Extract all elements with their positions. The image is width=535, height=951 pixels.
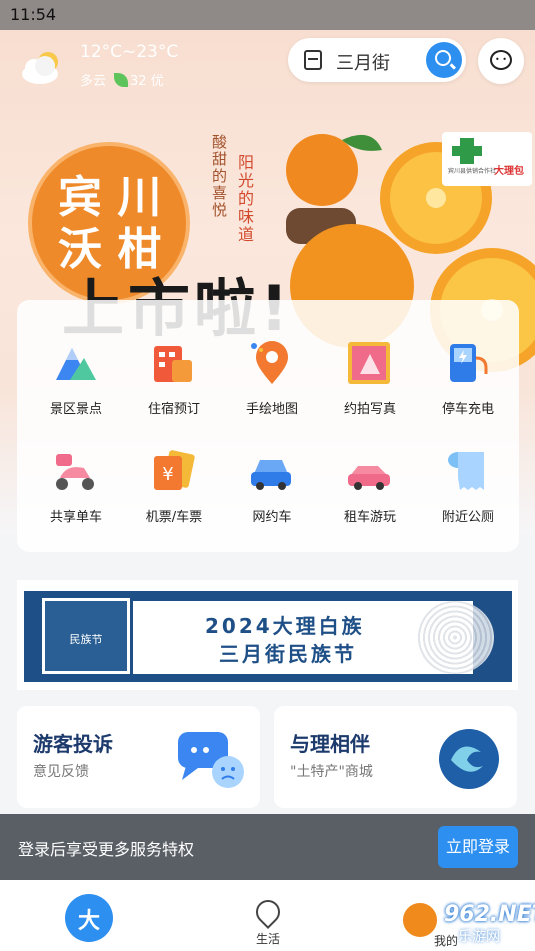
login-prompt-bar: 登录后享受更多服务特权 立即登录 <box>0 814 535 880</box>
service-grid: 景区景点 住宿预订 手绘地图 约拍写真 停车充电 共享单车 ¥ 机票/车票 网约… <box>17 300 519 552</box>
banner-circle-line1: 宾 川 <box>58 172 162 223</box>
coop-logo-icon <box>452 138 482 164</box>
festival-logo: 民族节 <box>42 598 130 674</box>
watermark-brand: 962.NET <box>444 902 535 927</box>
festival-title-line2: 三月街民族节 <box>219 642 357 666</box>
weather-widget[interactable]: 12°C~23°C 多云 32 优 <box>18 40 218 90</box>
badge-brand-text: 大理包 <box>494 166 524 177</box>
toilet-paper-icon <box>448 452 484 490</box>
convertible-icon <box>348 466 390 490</box>
weather-condition: 多云 <box>80 74 107 89</box>
photo-icon <box>348 342 390 384</box>
status-time: 11:54 <box>10 5 57 24</box>
festival-title-line1: 2024大理白族 <box>205 614 365 638</box>
search-icon <box>435 50 451 66</box>
watermark-sub: 乐游网 <box>458 929 500 945</box>
festival-logo-text: 民族节 <box>69 633 103 646</box>
ticket-icon: ¥ <box>154 450 195 490</box>
search-input[interactable]: 三月街 <box>336 49 390 75</box>
lace-pattern <box>416 601 494 674</box>
login-prompt-message: 登录后享受更多服务特权 <box>18 840 195 859</box>
login-button[interactable]: 立即登录 <box>438 826 518 868</box>
weather-description: 多云 32 优 <box>80 70 164 89</box>
banner-slogan-b: 阳光的味道 <box>235 154 254 244</box>
service-item-rental[interactable]: 租车游玩 <box>320 404 420 525</box>
service-item-charging[interactable]: 停车充电 <box>418 296 518 417</box>
feedback-chat-icon <box>178 732 244 788</box>
mall-title: 与理相伴 <box>290 732 370 756</box>
svg-text:¥: ¥ <box>162 464 173 485</box>
service-label: 网约车 <box>252 510 292 525</box>
mall-card[interactable]: 与理相伴 "土特产"商城 <box>274 706 517 808</box>
hotel-icon <box>154 346 192 382</box>
complaint-subtitle: 意见反馈 <box>33 764 89 780</box>
car-icon <box>251 460 291 490</box>
watermark-logo-icon <box>400 900 440 940</box>
scooter-icon <box>56 454 94 490</box>
mountain-icon <box>56 348 96 380</box>
service-item-ticket[interactable]: ¥ 机票/车票 <box>124 404 224 525</box>
partner-badge: 宾川县供销合作社 大理包 <box>442 132 532 186</box>
charging-icon <box>450 344 488 382</box>
service-label: 共享单车 <box>49 510 102 525</box>
chat-dots: • • <box>495 55 507 64</box>
service-item-toilet[interactable]: 附近公厕 <box>418 404 518 525</box>
complaint-title: 游客投诉 <box>33 732 113 756</box>
service-item-map[interactable]: 手绘地图 <box>222 296 322 417</box>
tab-life-label: 生活 <box>255 932 280 946</box>
search-bar[interactable]: 三月街 <box>288 38 466 82</box>
mall-logo-icon <box>439 729 499 789</box>
service-label: 租车游玩 <box>343 510 396 525</box>
temperature-text: 12°C~23°C <box>80 42 179 62</box>
aqi-label: 优 <box>150 74 164 89</box>
tab-life[interactable]: 生活 <box>240 888 296 948</box>
home-logo-icon: 大 <box>77 909 100 934</box>
complaint-card[interactable]: 游客投诉 意见反馈 <box>17 706 260 808</box>
location-pin-icon <box>251 895 285 929</box>
service-label: 附近公厕 <box>441 510 494 525</box>
festival-banner[interactable]: 民族节 2024大理白族 三月街民族节 <box>17 580 518 690</box>
map-pin-icon <box>251 341 288 384</box>
service-item-ridehail[interactable]: 网约车 <box>222 404 322 525</box>
aqi-value: 32 <box>130 74 147 89</box>
service-item-bike[interactable]: 共享单车 <box>26 404 126 525</box>
festival-banner-inner: 民族节 2024大理白族 三月街民族节 <box>24 591 512 682</box>
cloud-sun-icon <box>22 52 58 84</box>
scan-icon[interactable] <box>304 50 322 70</box>
service-item-scenic[interactable]: 景区景点 <box>26 296 126 417</box>
service-item-photo[interactable]: 约拍写真 <box>320 296 420 417</box>
search-button[interactable] <box>426 42 462 78</box>
mall-subtitle: "土特产"商城 <box>290 764 373 780</box>
watermark: 962.NET 乐游网 <box>398 896 535 948</box>
tab-home[interactable]: 大 <box>65 894 113 942</box>
service-item-hotel[interactable]: 住宿预订 <box>124 296 224 417</box>
service-label: 机票/车票 <box>145 510 203 525</box>
leaf-icon <box>114 73 129 87</box>
message-button[interactable]: • • <box>478 38 524 84</box>
status-bar: 11:54 <box>0 0 535 30</box>
badge-coop-text: 宾川县供销合作社 <box>448 168 497 175</box>
banner-slogan-a: 酸甜的喜悦 <box>210 134 228 219</box>
